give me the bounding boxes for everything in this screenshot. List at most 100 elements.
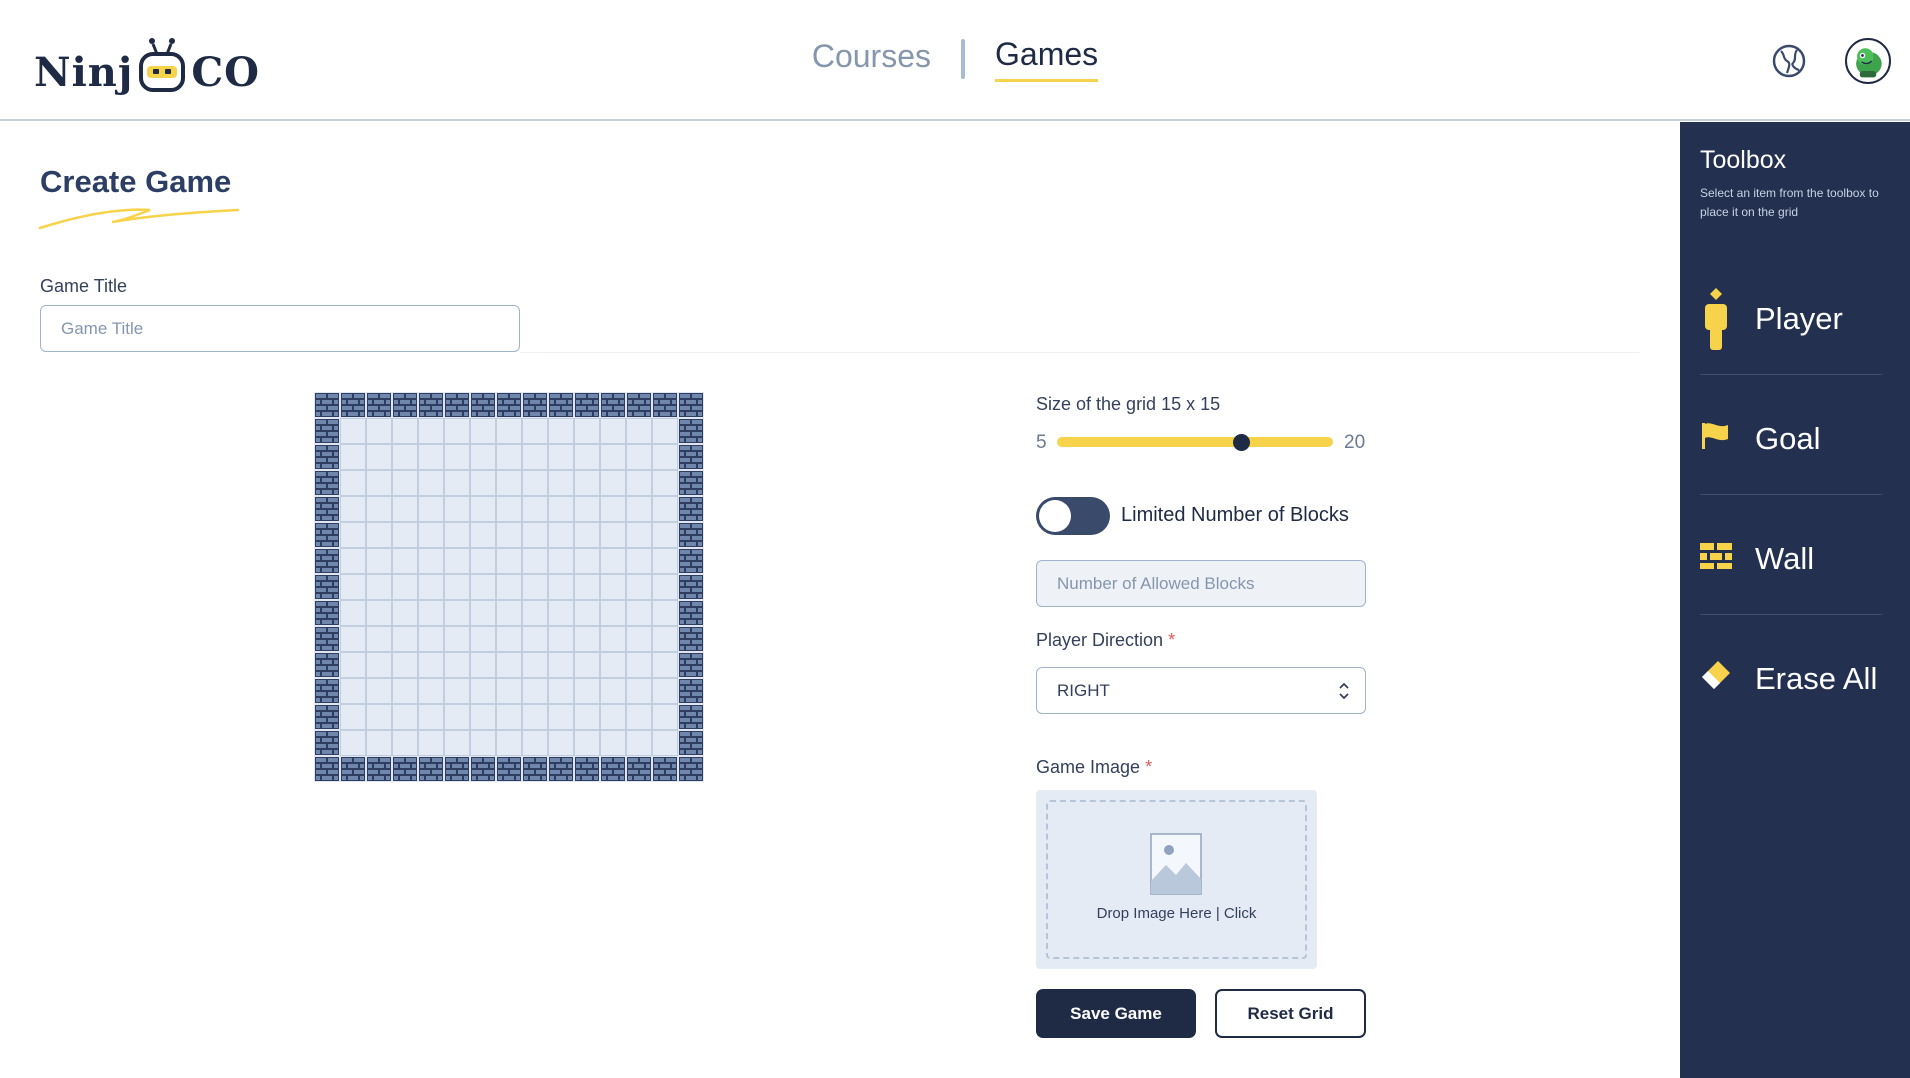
grid-cell[interactable]	[444, 704, 470, 730]
grid-cell[interactable]	[496, 496, 522, 522]
grid-cell[interactable]	[548, 496, 574, 522]
grid-cell[interactable]	[496, 574, 522, 600]
grid-cell[interactable]	[366, 496, 392, 522]
grid-cell[interactable]	[548, 704, 574, 730]
grid-cell[interactable]	[600, 600, 626, 626]
grid-cell-wall[interactable]	[444, 756, 470, 782]
grid-cell[interactable]	[418, 730, 444, 756]
grid-cell[interactable]	[470, 704, 496, 730]
grid-cell-wall[interactable]	[496, 756, 522, 782]
grid-cell[interactable]	[600, 730, 626, 756]
grid-cell[interactable]	[496, 626, 522, 652]
grid-cell[interactable]	[652, 444, 678, 470]
grid-cell[interactable]	[418, 678, 444, 704]
grid-cell[interactable]	[418, 652, 444, 678]
grid-cell[interactable]	[444, 600, 470, 626]
grid-cell[interactable]	[600, 652, 626, 678]
grid-cell[interactable]	[522, 418, 548, 444]
grid-cell[interactable]	[626, 470, 652, 496]
grid-cell[interactable]	[626, 496, 652, 522]
grid-cell[interactable]	[392, 444, 418, 470]
grid-cell-wall[interactable]	[340, 392, 366, 418]
grid-cell-wall[interactable]	[470, 392, 496, 418]
grid-cell[interactable]	[366, 574, 392, 600]
grid-cell[interactable]	[444, 522, 470, 548]
grid-cell[interactable]	[470, 600, 496, 626]
grid-cell-wall[interactable]	[314, 574, 340, 600]
grid-cell-wall[interactable]	[392, 392, 418, 418]
grid-cell[interactable]	[522, 626, 548, 652]
grid-cell-wall[interactable]	[314, 392, 340, 418]
grid-cell[interactable]	[574, 600, 600, 626]
grid-cell-wall[interactable]	[314, 418, 340, 444]
grid-cell[interactable]	[522, 652, 548, 678]
grid-cell[interactable]	[522, 470, 548, 496]
grid-cell[interactable]	[626, 600, 652, 626]
grid-cell[interactable]	[522, 548, 548, 574]
grid-cell[interactable]	[418, 626, 444, 652]
grid-cell[interactable]	[444, 730, 470, 756]
grid-cell[interactable]	[366, 522, 392, 548]
allowed-blocks-input[interactable]: Number of Allowed Blocks	[1036, 560, 1366, 607]
grid-cell[interactable]	[600, 626, 626, 652]
grid-cell[interactable]	[600, 496, 626, 522]
game-title-input[interactable]: Game Title	[40, 305, 520, 352]
grid-cell-wall[interactable]	[418, 392, 444, 418]
grid-cell[interactable]	[496, 652, 522, 678]
grid-cell-wall[interactable]	[548, 392, 574, 418]
grid-cell[interactable]	[366, 600, 392, 626]
grid-cell-wall[interactable]	[314, 470, 340, 496]
grid-cell[interactable]	[366, 626, 392, 652]
grid-cell[interactable]	[522, 522, 548, 548]
grid-cell-wall[interactable]	[314, 678, 340, 704]
grid-cell[interactable]	[444, 418, 470, 444]
grid-cell[interactable]	[626, 652, 652, 678]
grid-cell[interactable]	[340, 522, 366, 548]
grid-cell-wall[interactable]	[678, 730, 704, 756]
grid-cell[interactable]	[548, 418, 574, 444]
grid-cell[interactable]	[652, 522, 678, 548]
grid-cell[interactable]	[392, 574, 418, 600]
grid-cell[interactable]	[366, 548, 392, 574]
grid-cell[interactable]	[522, 444, 548, 470]
grid-cell[interactable]	[652, 548, 678, 574]
grid-cell-wall[interactable]	[678, 626, 704, 652]
grid-cell[interactable]	[600, 574, 626, 600]
grid-cell-wall[interactable]	[444, 392, 470, 418]
grid-cell[interactable]	[574, 470, 600, 496]
grid-cell[interactable]	[574, 444, 600, 470]
grid-cell-wall[interactable]	[522, 392, 548, 418]
grid-cell-wall[interactable]	[574, 392, 600, 418]
grid-cell[interactable]	[470, 678, 496, 704]
reset-grid-button[interactable]: Reset Grid	[1215, 989, 1366, 1038]
grid-cell-wall[interactable]	[366, 756, 392, 782]
grid-cell[interactable]	[366, 730, 392, 756]
grid-cell[interactable]	[496, 548, 522, 574]
grid-cell[interactable]	[496, 444, 522, 470]
grid-cell[interactable]	[418, 496, 444, 522]
grid-cell[interactable]	[340, 444, 366, 470]
grid-cell-wall[interactable]	[678, 548, 704, 574]
grid-cell[interactable]	[392, 730, 418, 756]
grid-cell[interactable]	[418, 470, 444, 496]
grid-cell[interactable]	[652, 600, 678, 626]
grid-cell-wall[interactable]	[678, 444, 704, 470]
grid-cell[interactable]	[652, 704, 678, 730]
grid-cell[interactable]	[548, 730, 574, 756]
grid-cell-wall[interactable]	[366, 392, 392, 418]
grid-cell[interactable]	[392, 470, 418, 496]
grid-cell[interactable]	[600, 548, 626, 574]
grid-cell[interactable]	[600, 418, 626, 444]
grid-cell-wall[interactable]	[496, 392, 522, 418]
grid-cell[interactable]	[340, 600, 366, 626]
grid-cell[interactable]	[392, 626, 418, 652]
grid-cell[interactable]	[522, 496, 548, 522]
grid-cell-wall[interactable]	[678, 392, 704, 418]
grid-cell[interactable]	[626, 548, 652, 574]
grid-cell[interactable]	[548, 548, 574, 574]
grid-cell[interactable]	[626, 522, 652, 548]
tool-player[interactable]: Player	[1700, 255, 1882, 375]
grid-cell[interactable]	[496, 730, 522, 756]
grid-cell[interactable]	[392, 548, 418, 574]
grid-cell-wall[interactable]	[626, 756, 652, 782]
